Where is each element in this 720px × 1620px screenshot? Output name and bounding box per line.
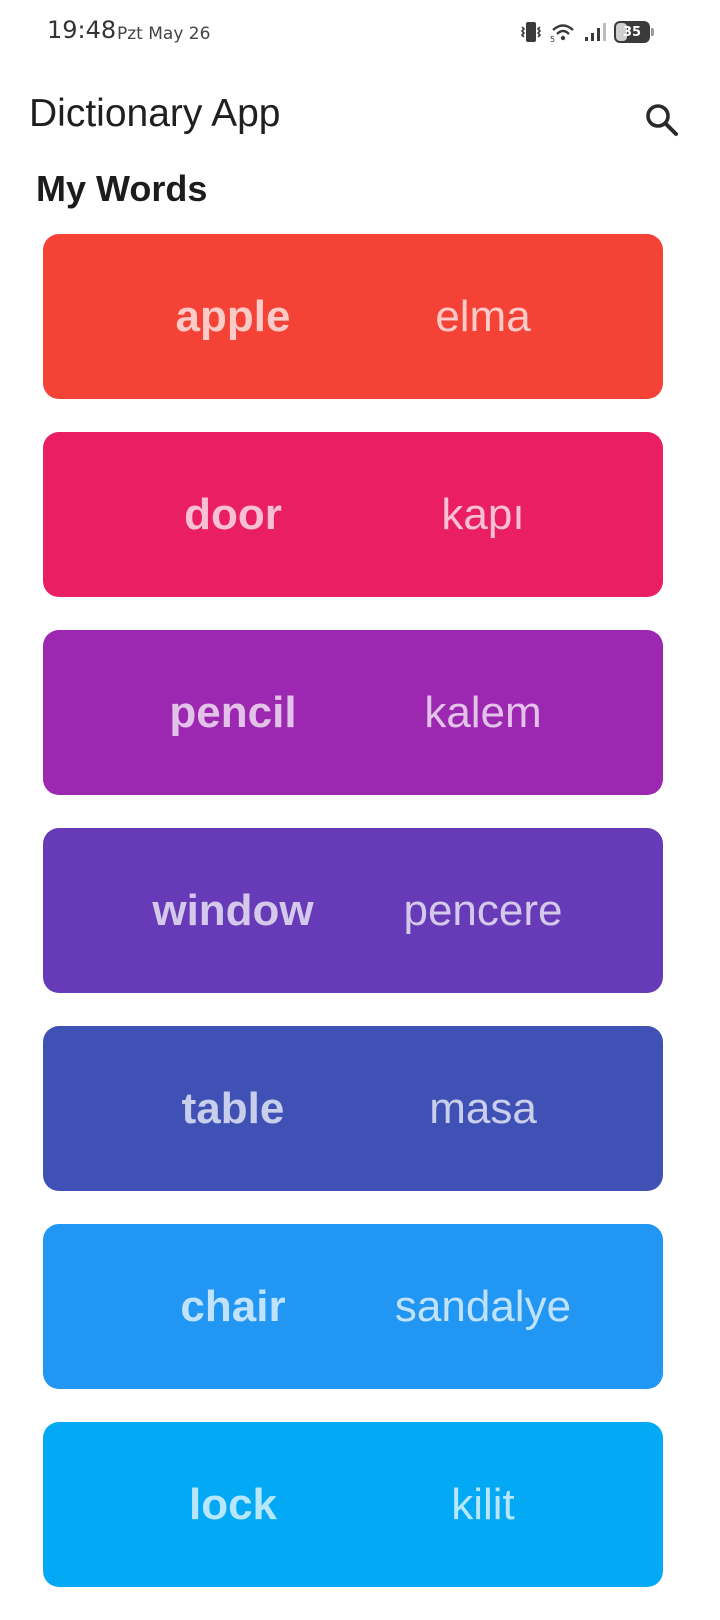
- search-icon: [646, 104, 678, 136]
- word-turkish: kapı: [441, 489, 525, 539]
- word-turkish: kalem: [424, 687, 542, 737]
- battery-icon: 35: [614, 21, 654, 43]
- svg-text:5: 5: [550, 35, 555, 43]
- word-card[interactable]: door kapı: [43, 432, 663, 597]
- status-date: Pzt May 26: [117, 24, 211, 44]
- word-turkish: kilit: [451, 1479, 515, 1529]
- app-bar: Dictionary App: [0, 80, 720, 152]
- word-card[interactable]: lock kilit: [43, 1422, 663, 1587]
- word-card[interactable]: table masa: [43, 1026, 663, 1191]
- word-turkish: sandalye: [394, 1281, 572, 1331]
- search-button[interactable]: [640, 98, 684, 142]
- status-time: 19:48: [47, 16, 117, 44]
- wifi-icon: 5: [550, 21, 576, 43]
- word-turkish: elma: [435, 291, 531, 341]
- word-turkish: masa: [429, 1083, 537, 1133]
- status-bar: 19:48 Pzt May 26 5 35: [0, 0, 720, 64]
- signal-icon: [584, 22, 606, 42]
- vibrate-icon: [520, 20, 542, 44]
- app-title: Dictionary App: [29, 92, 281, 135]
- word-card[interactable]: apple elma: [43, 234, 663, 399]
- word-card[interactable]: window pencere: [43, 828, 663, 993]
- word-card[interactable]: chair sandalye: [43, 1224, 663, 1389]
- status-icons: 5 35: [520, 20, 654, 44]
- word-card[interactable]: pencil kalem: [43, 630, 663, 795]
- battery-level: 35: [622, 24, 642, 40]
- section-title: My Words: [36, 168, 208, 209]
- word-list: apple elma door kapı pencil kalem window…: [43, 234, 663, 1620]
- word-turkish: pencere: [403, 885, 563, 935]
